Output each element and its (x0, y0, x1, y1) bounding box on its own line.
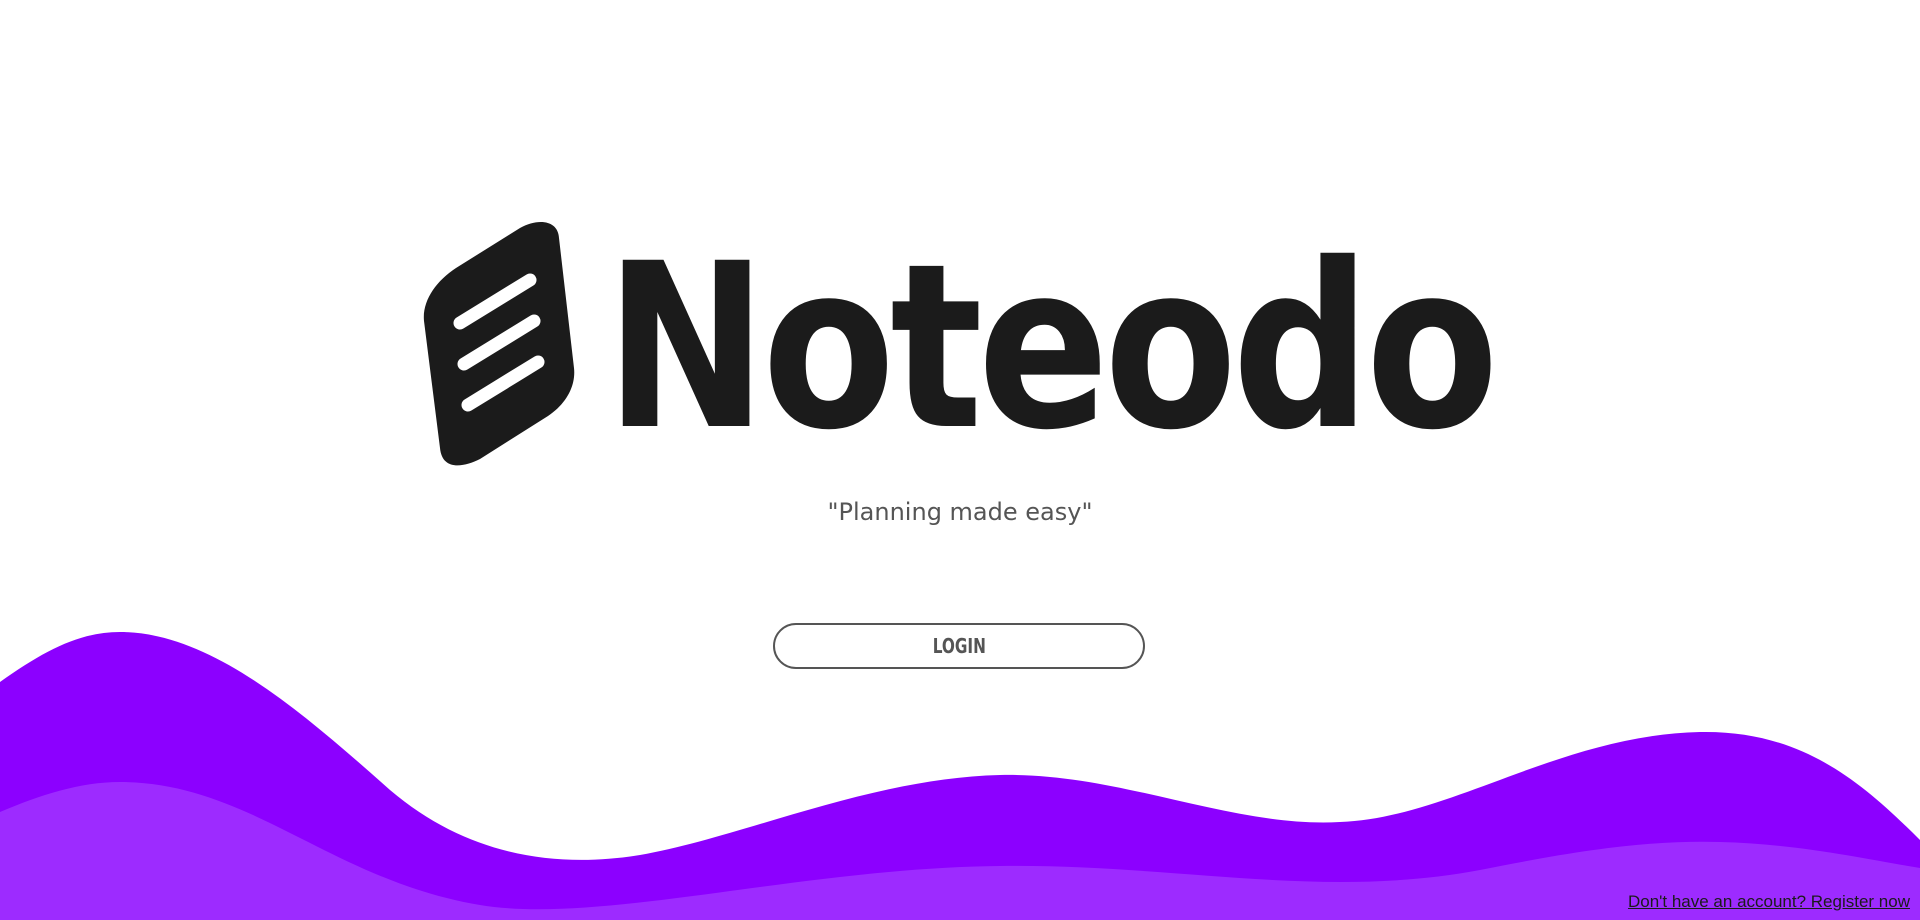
notepad-icon (423, 222, 575, 466)
register-link[interactable]: Don't have an account? Register now (1628, 892, 1910, 912)
tagline: "Planning made easy" (827, 498, 1093, 526)
brand-name: Noteodo (605, 214, 1499, 480)
brand-logo: Noteodo (418, 218, 1508, 476)
login-button-label: LOGIN (932, 634, 986, 658)
landing-page: Noteodo "Planning made easy" LOGIN Don't… (0, 0, 1920, 920)
login-button[interactable]: LOGIN (773, 623, 1145, 669)
